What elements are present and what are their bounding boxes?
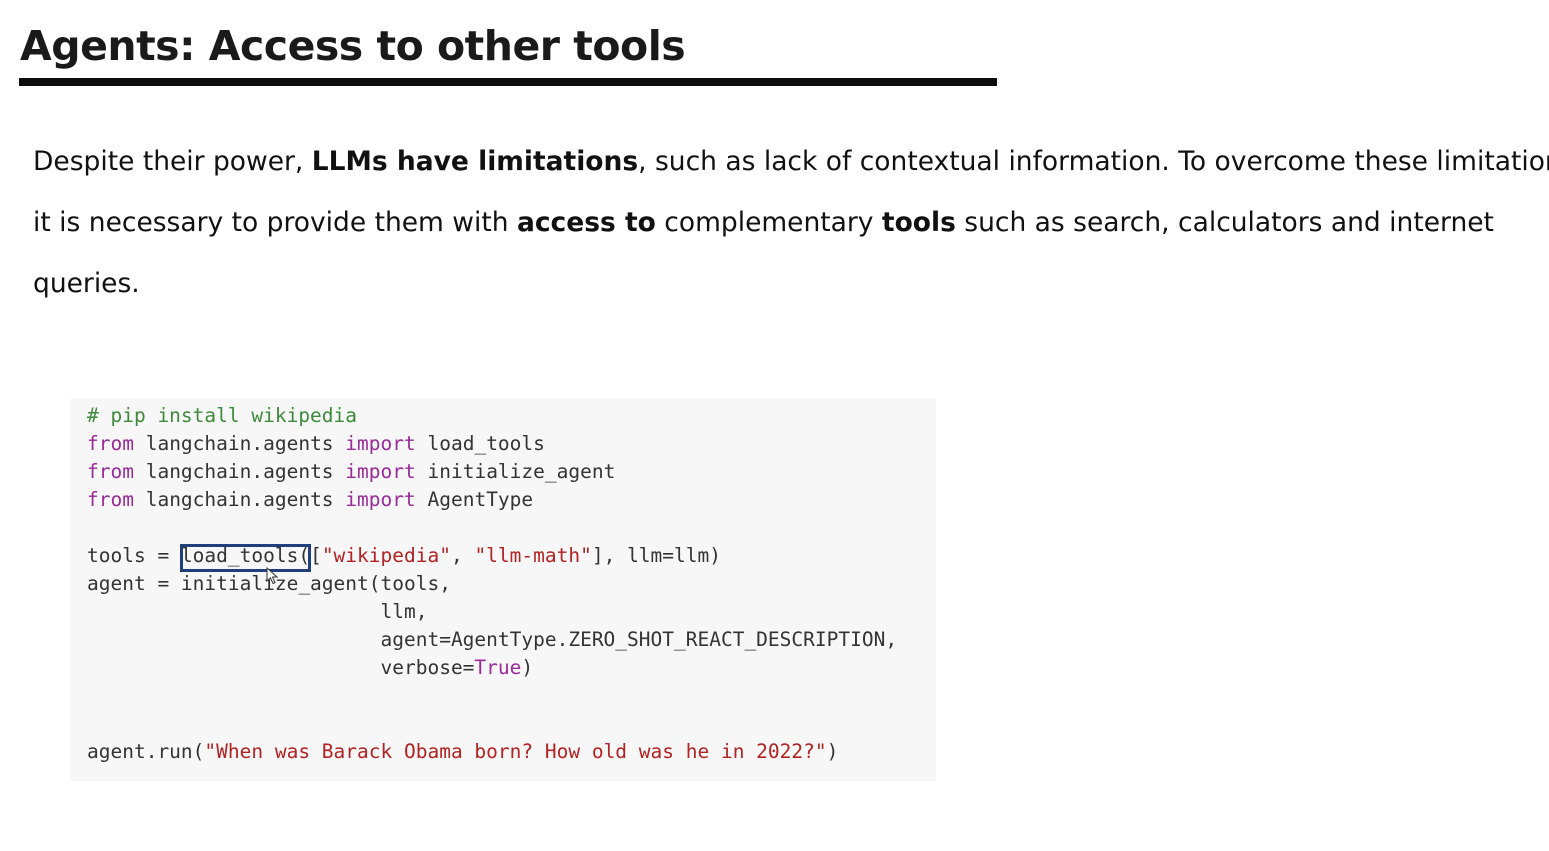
code-line-arg-verbose: verbose=True) (87, 656, 534, 679)
string-question: "When was Barack Obama born? How old was… (204, 740, 827, 763)
import-name: AgentType (415, 488, 534, 511)
bold-tools: tools (881, 207, 956, 238)
module-name: langchain.agents (133, 488, 346, 511)
load-tools-tail: ], llm=llm) (591, 544, 721, 567)
bold-llms-have-limitations: LLMs have limitations (311, 146, 639, 177)
text-span: such as search, calculators and internet (955, 207, 1494, 238)
keyword-import: import (345, 488, 416, 511)
keyword-from: from (87, 488, 134, 511)
title-underline (19, 78, 997, 86)
slide-title: Agents: Access to other tools (20, 22, 686, 70)
keyword-from: from (87, 432, 134, 455)
body-paragraph: Despite their power, LLMs have limitatio… (33, 131, 1549, 314)
code-line-import-initialize-agent: from langchain.agents import initialize_… (87, 460, 615, 483)
code-block: # pip install wikipedia from langchain.a… (70, 398, 936, 781)
text-span: , such as lack of contextual information… (638, 146, 1549, 177)
bracket-open: [ (310, 544, 322, 567)
code-comment: # pip install wikipedia (87, 404, 358, 427)
arg-llm: llm, (380, 600, 428, 623)
code-content: # pip install wikipedia from langchain.a… (87, 402, 897, 766)
tools-assign: tools = (87, 544, 181, 567)
paren-close: ) (826, 740, 839, 763)
text-span: complementary (655, 207, 882, 238)
module-name: langchain.agents (133, 460, 346, 483)
module-name: langchain.agents (133, 432, 346, 455)
string-wikipedia: "wikipedia" (321, 544, 451, 567)
paragraph-line-3: queries. (33, 268, 140, 299)
bold-access-to: access to (516, 207, 656, 238)
text-span: it is necessary to provide them with (33, 207, 517, 238)
keyword-import: import (345, 432, 416, 455)
load-tools-highlight-box (180, 544, 311, 572)
paren-close: ) (521, 656, 534, 679)
code-line-arg-agent: agent=AgentType.ZERO_SHOT_REACT_DESCRIPT… (87, 628, 898, 651)
code-line-import-agent-type: from langchain.agents import AgentType (87, 488, 533, 511)
agent-run-call: agent.run( (87, 740, 205, 763)
arg-agent: agent=AgentType.ZERO_SHOT_REACT_DESCRIPT… (380, 628, 898, 651)
bool-true: True (474, 656, 522, 679)
text-span: Despite their power, (33, 146, 312, 177)
code-line-import-load-tools: from langchain.agents import load_tools (87, 432, 545, 455)
paragraph-line-2: it is necessary to provide them with acc… (33, 192, 1549, 253)
string-llm-math: "llm-math" (474, 544, 592, 567)
paragraph-line-1: Despite their power, LLMs have limitatio… (33, 131, 1549, 192)
import-name: initialize_agent (415, 460, 616, 483)
keyword-import: import (345, 460, 416, 483)
import-name: load_tools (415, 432, 545, 455)
keyword-from: from (87, 460, 134, 483)
code-line-agent-run: agent.run("When was Barack Obama born? H… (87, 740, 838, 763)
code-line-arg-llm: llm, (87, 600, 428, 623)
arg-verbose: verbose= (380, 656, 475, 679)
comma: , (450, 544, 475, 567)
mouse-pointer-icon (266, 567, 278, 585)
